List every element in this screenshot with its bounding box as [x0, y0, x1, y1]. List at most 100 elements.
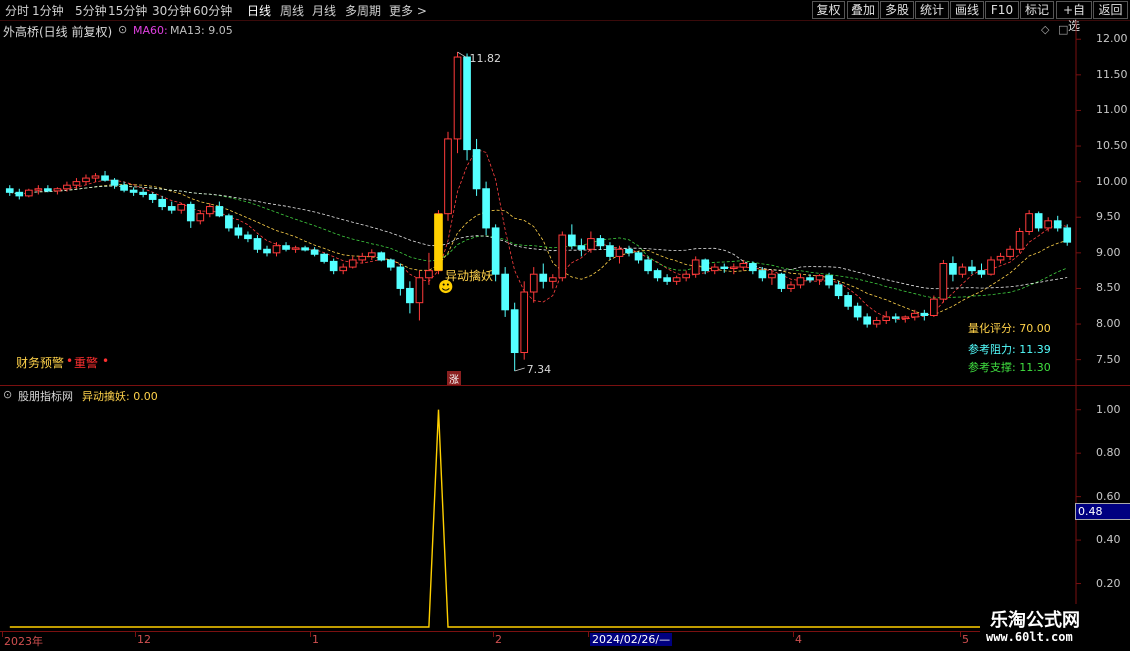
- candle: [606, 242, 614, 260]
- candle: [329, 258, 338, 275]
- candle: [234, 224, 243, 239]
- candle: [1063, 224, 1072, 246]
- candle: [358, 252, 367, 264]
- indicator-chart: [9, 386, 1081, 631]
- toolbar: 分时 1分钟 5分钟 15分钟 30分钟 60分钟 日线 周线 月线 多周期 更多 > 复权 叠加 多股统…: [0, 0, 1130, 33]
- period-tab-2[interactable]: 5分钟: [75, 2, 107, 19]
- candle: [844, 292, 852, 310]
- candle: [863, 313, 872, 328]
- period-tab-3[interactable]: 15分钟: [108, 2, 147, 19]
- watermark-title: 乐淘公式网: [990, 610, 1080, 631]
- candle: [558, 231, 567, 282]
- candle: [501, 267, 509, 317]
- candle: [148, 192, 157, 203]
- toolbar-button-2[interactable]: 多股: [880, 1, 914, 19]
- candle: [110, 178, 119, 189]
- ma60-label: MA60:: [133, 24, 168, 37]
- smiley-icon: ☻: [438, 278, 454, 296]
- candle: [129, 187, 138, 196]
- candle: [796, 274, 805, 289]
- price-tick-label: 11.00: [1096, 103, 1128, 117]
- toolbar-button-5[interactable]: F10: [985, 1, 1019, 19]
- candle: [806, 274, 814, 283]
- indicator-tick-label: 0.40: [1096, 533, 1121, 547]
- candle: [177, 203, 186, 214]
- candle: [1006, 245, 1014, 260]
- candle: [729, 263, 738, 275]
- ma-line-10: [9, 184, 1068, 316]
- price-tick-label: 8.50: [1096, 281, 1121, 295]
- candle: [596, 235, 605, 250]
- candle: [453, 52, 462, 154]
- candle: [263, 245, 271, 257]
- candle: [253, 235, 262, 253]
- candle: [44, 185, 52, 193]
- candle: [853, 302, 862, 321]
- toolbar-button-7[interactable]: +自选: [1056, 1, 1092, 33]
- candle: [444, 131, 452, 221]
- candle: [1044, 217, 1053, 232]
- signal-bar: [434, 213, 443, 271]
- price-tick-label: 8.00: [1096, 317, 1121, 331]
- candle: [510, 302, 519, 372]
- candle: [777, 272, 786, 292]
- candle: [196, 210, 205, 225]
- period-tab-10[interactable]: 更多 >: [389, 2, 427, 19]
- period-tab-9[interactable]: 多周期: [345, 2, 381, 19]
- toolbar-button-8[interactable]: 返回: [1093, 1, 1128, 19]
- date-label: 5: [962, 633, 969, 646]
- candle: [1034, 211, 1043, 232]
- candle: [968, 259, 976, 275]
- candle: [825, 272, 833, 289]
- warning-label: 财务预警: [16, 356, 65, 370]
- candle: [348, 256, 357, 269]
- candle: [282, 242, 290, 252]
- toolbar-button-4[interactable]: 画线: [950, 1, 984, 19]
- candle: [310, 247, 319, 257]
- candle: [739, 259, 748, 271]
- period-tab-7[interactable]: 周线: [280, 2, 304, 19]
- period-tab-6[interactable]: 日线: [247, 2, 271, 19]
- candle: [15, 188, 24, 200]
- period-tab-8[interactable]: 月线: [312, 2, 336, 19]
- resistance-label: 参考阻力: 11.39: [968, 343, 1051, 356]
- support-label: 参考支撑: 11.30: [968, 361, 1051, 374]
- stock-title: 外高桥(日线 前复权): [3, 25, 113, 39]
- toolbar-button-0[interactable]: 复权: [812, 1, 845, 19]
- kline-panel[interactable]: 11.82 7.34 外高桥(日线 前复权) ⊙ MA60: MA13: 9.05…: [0, 21, 1130, 386]
- candle: [644, 256, 652, 275]
- toolbar-button-3[interactable]: 统计: [915, 1, 949, 19]
- period-tab-0[interactable]: 分时: [5, 2, 29, 19]
- toolbar-button-6[interactable]: 标记: [1020, 1, 1054, 19]
- candle: [758, 267, 767, 282]
- indicator-dropdown-icon[interactable]: ⊙: [3, 388, 12, 401]
- warning-dot-icon: •: [102, 354, 110, 368]
- candle: [749, 261, 757, 275]
- ma-dropdown-icon[interactable]: ⊙: [118, 23, 127, 36]
- date-tick: [2, 632, 3, 637]
- candle: [653, 268, 662, 282]
- candle: [291, 245, 300, 253]
- candle: [396, 263, 405, 296]
- high-label: 11.82: [470, 52, 502, 65]
- period-tab-1[interactable]: 1分钟: [32, 2, 64, 19]
- period-tab-5[interactable]: 60分钟: [193, 2, 232, 19]
- period-tab-4[interactable]: 30分钟: [152, 2, 191, 19]
- indicator-panel[interactable]: ⊙ 股朋指标网 异动擒妖: 0.00 1.00 0.80 0.60 0.40 0.20 …: [0, 386, 1130, 631]
- square-icon[interactable]: □: [1058, 23, 1068, 36]
- candle: [939, 259, 948, 303]
- candle: [272, 242, 281, 257]
- low-marker: [514, 367, 525, 372]
- candle: [463, 53, 471, 161]
- date-label: 1: [312, 633, 319, 646]
- candle: [625, 245, 633, 257]
- candle: [815, 274, 824, 285]
- date-tick: [493, 632, 494, 637]
- candle: [101, 170, 109, 182]
- candle: [186, 201, 195, 228]
- indicator-line: [9, 409, 1077, 628]
- toolbar-button-1[interactable]: 叠加: [847, 1, 879, 19]
- low-label: 7.34: [527, 363, 552, 376]
- date-tick: [793, 632, 794, 637]
- diamond-icon[interactable]: ◇: [1041, 23, 1049, 36]
